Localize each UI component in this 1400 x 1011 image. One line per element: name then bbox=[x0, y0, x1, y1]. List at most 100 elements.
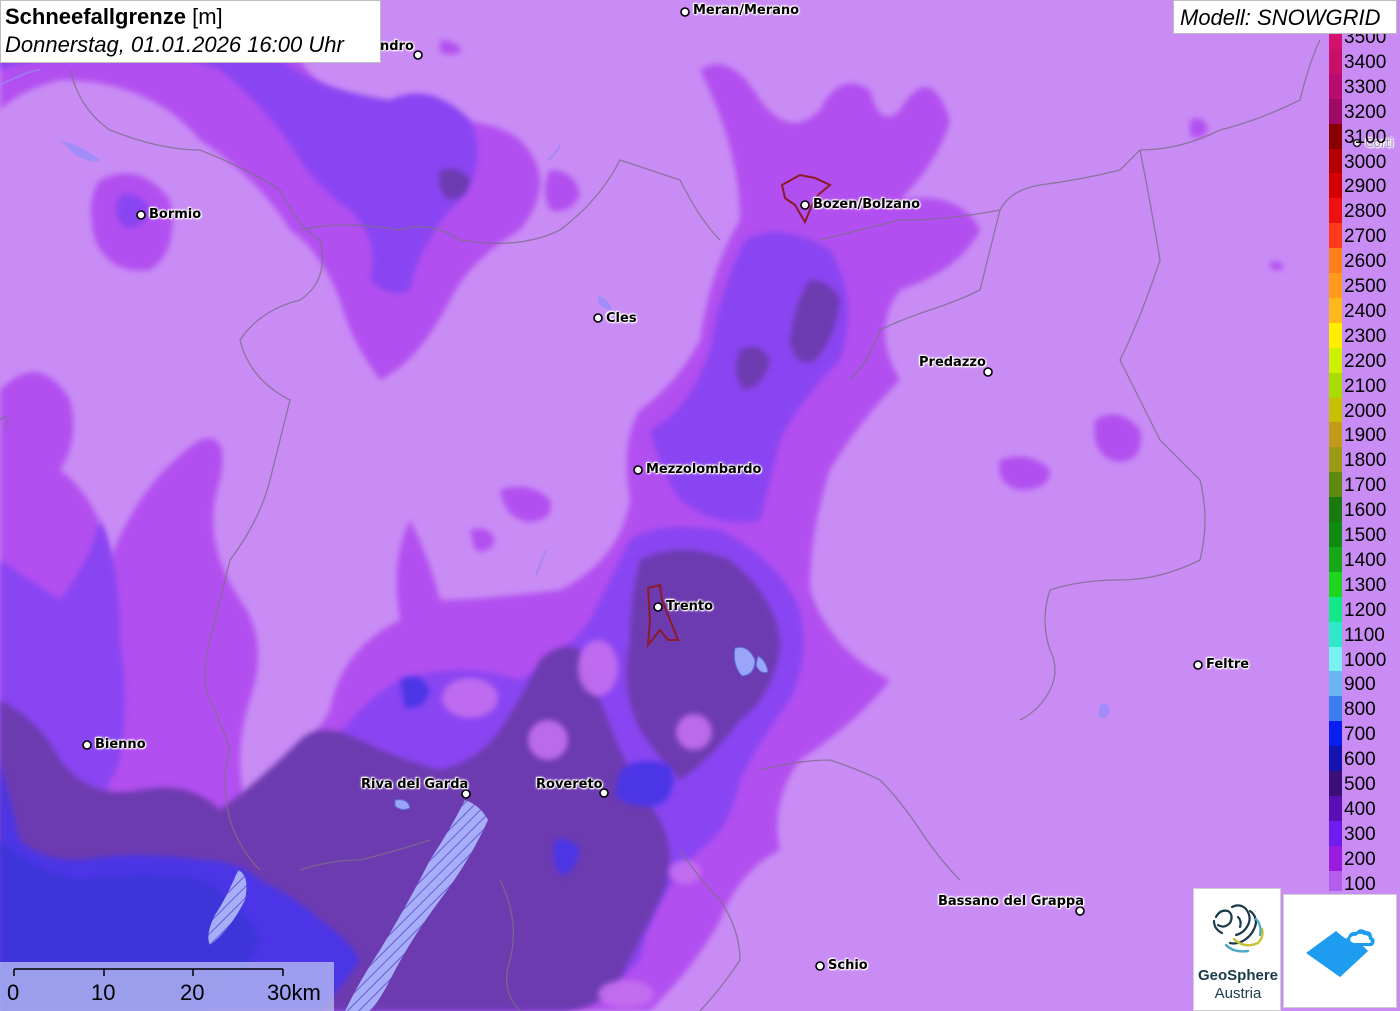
legend-label: 1500 bbox=[1344, 525, 1387, 546]
legend-row-3400: 3400 bbox=[1329, 48, 1400, 74]
legend-label: 2000 bbox=[1344, 400, 1387, 422]
legend-swatch bbox=[1329, 34, 1342, 49]
map-datetime: Donnerstag, 01.01.2026 16:00 Uhr bbox=[5, 32, 344, 57]
legend-label: 3200 bbox=[1344, 101, 1387, 123]
legend-row-2300: 2300 bbox=[1329, 322, 1400, 348]
city-label-mezzolombardo: Mezzolombardo bbox=[646, 462, 762, 477]
legend-swatch bbox=[1329, 497, 1342, 523]
city-label-meran: Meran/Merano bbox=[693, 3, 800, 18]
city-dot-cles bbox=[593, 313, 603, 323]
legend-row-1200: 1200 bbox=[1329, 596, 1400, 622]
legend-label: 1400 bbox=[1344, 549, 1387, 571]
legend-row-600: 600 bbox=[1329, 746, 1400, 772]
legend-swatch bbox=[1329, 422, 1342, 448]
color-legend: 3500 3400 3300 3200 3100 3000 2900 2800 2700 2600… bbox=[1329, 34, 1400, 891]
city-dot-meran bbox=[680, 7, 690, 17]
legend-swatch bbox=[1329, 795, 1342, 821]
city-label-bienno: Bienno bbox=[95, 737, 146, 752]
legend-row-100: 100 bbox=[1329, 870, 1400, 891]
legend-swatch bbox=[1329, 173, 1342, 199]
legend-swatch bbox=[1329, 322, 1342, 348]
legend-label: 200 bbox=[1344, 848, 1376, 870]
legend-label: 1900 bbox=[1344, 425, 1387, 447]
legend-swatch bbox=[1329, 397, 1342, 423]
scale-tick-20: 20 bbox=[180, 980, 205, 1005]
legend-swatch bbox=[1329, 671, 1342, 697]
legend-row-2100: 2100 bbox=[1329, 372, 1400, 398]
legend-row-700: 700 bbox=[1329, 721, 1400, 747]
legend-row-1300: 1300 bbox=[1329, 571, 1400, 597]
legend-label: 1800 bbox=[1344, 450, 1387, 472]
city-dot-bienno bbox=[82, 740, 92, 750]
logo-name: GeoSphere bbox=[1197, 967, 1279, 984]
legend-row-1000: 1000 bbox=[1329, 646, 1400, 672]
scale-bar: 0 10 20 30km bbox=[0, 962, 334, 1011]
legend-row-800: 800 bbox=[1329, 696, 1400, 722]
legend-label: 2600 bbox=[1344, 251, 1387, 273]
legend-swatch bbox=[1329, 73, 1342, 99]
legend-swatch bbox=[1329, 273, 1342, 298]
legend-label: 3500 bbox=[1344, 34, 1387, 48]
city-label-riva: Riva del Garda bbox=[361, 777, 469, 792]
legend-swatch bbox=[1329, 123, 1342, 149]
legend-label: 600 bbox=[1344, 749, 1376, 771]
legend-swatch bbox=[1329, 546, 1342, 572]
city-dot-bozen bbox=[800, 200, 810, 210]
legend-label: 3100 bbox=[1344, 126, 1387, 148]
city-label-cles: Cles bbox=[606, 311, 637, 326]
legend-label: 1100 bbox=[1344, 624, 1385, 646]
city-dot-ndro bbox=[413, 50, 423, 60]
scale-tick-0: 0 bbox=[7, 980, 20, 1005]
legend-label: 500 bbox=[1344, 774, 1376, 795]
legend-row-1500: 1500 bbox=[1329, 522, 1400, 547]
legend-label: 3400 bbox=[1344, 51, 1387, 73]
title-unit: [m] bbox=[192, 4, 223, 29]
legend-label: 2700 bbox=[1344, 226, 1387, 248]
legend-swatch bbox=[1329, 845, 1342, 871]
legend-swatch bbox=[1329, 98, 1342, 124]
legend-swatch bbox=[1329, 248, 1342, 274]
legend-label: 2400 bbox=[1344, 300, 1387, 322]
legend-label: 700 bbox=[1344, 724, 1376, 746]
legend-swatch bbox=[1329, 746, 1342, 772]
legend-row-1800: 1800 bbox=[1329, 447, 1400, 473]
legend-swatch bbox=[1329, 870, 1342, 891]
legend-row-3500: 3500 bbox=[1329, 34, 1400, 49]
city-label-predazzo: Predazzo bbox=[919, 355, 986, 370]
legend-swatch bbox=[1329, 571, 1342, 597]
legend-label: 1700 bbox=[1344, 475, 1387, 497]
legend-swatch bbox=[1329, 522, 1342, 547]
legend-swatch bbox=[1329, 621, 1342, 647]
legend-row-2200: 2200 bbox=[1329, 347, 1400, 373]
legend-row-2700: 2700 bbox=[1329, 223, 1400, 249]
legend-row-1900: 1900 bbox=[1329, 422, 1400, 448]
legend-label: 1000 bbox=[1344, 649, 1387, 671]
legend-swatch bbox=[1329, 347, 1342, 373]
scale-tick-30km: 30km bbox=[267, 980, 321, 1005]
app-logo[interactable] bbox=[1283, 894, 1397, 1008]
model-label: Modell: SNOWGRID bbox=[1180, 5, 1381, 30]
legend-label: 900 bbox=[1344, 674, 1376, 696]
legend-label: 800 bbox=[1344, 699, 1376, 721]
geosphere-logo[interactable]: GeoSphere Austria bbox=[1193, 888, 1281, 1011]
legend-swatch bbox=[1329, 148, 1342, 174]
legend-label: 1300 bbox=[1344, 574, 1387, 596]
legend-swatch bbox=[1329, 721, 1342, 747]
legend-row-1400: 1400 bbox=[1329, 546, 1400, 572]
legend-label: 3000 bbox=[1344, 151, 1387, 173]
snowline-map[interactable] bbox=[0, 0, 1400, 1011]
legend-label: 2200 bbox=[1344, 350, 1387, 372]
city-label-ndro: ndro bbox=[380, 39, 414, 54]
legend-swatch bbox=[1329, 372, 1342, 398]
legend-label: 2800 bbox=[1344, 201, 1387, 223]
legend-label: 2900 bbox=[1344, 176, 1387, 198]
legend-swatch bbox=[1329, 447, 1342, 473]
legend-swatch bbox=[1329, 223, 1342, 249]
city-dot-trento bbox=[653, 602, 663, 612]
legend-row-2800: 2800 bbox=[1329, 198, 1400, 224]
legend-swatch bbox=[1329, 646, 1342, 672]
city-label-bormio: Bormio bbox=[149, 207, 202, 222]
legend-swatch bbox=[1329, 198, 1342, 224]
legend-swatch bbox=[1329, 696, 1342, 722]
city-dot-feltre bbox=[1193, 660, 1203, 670]
